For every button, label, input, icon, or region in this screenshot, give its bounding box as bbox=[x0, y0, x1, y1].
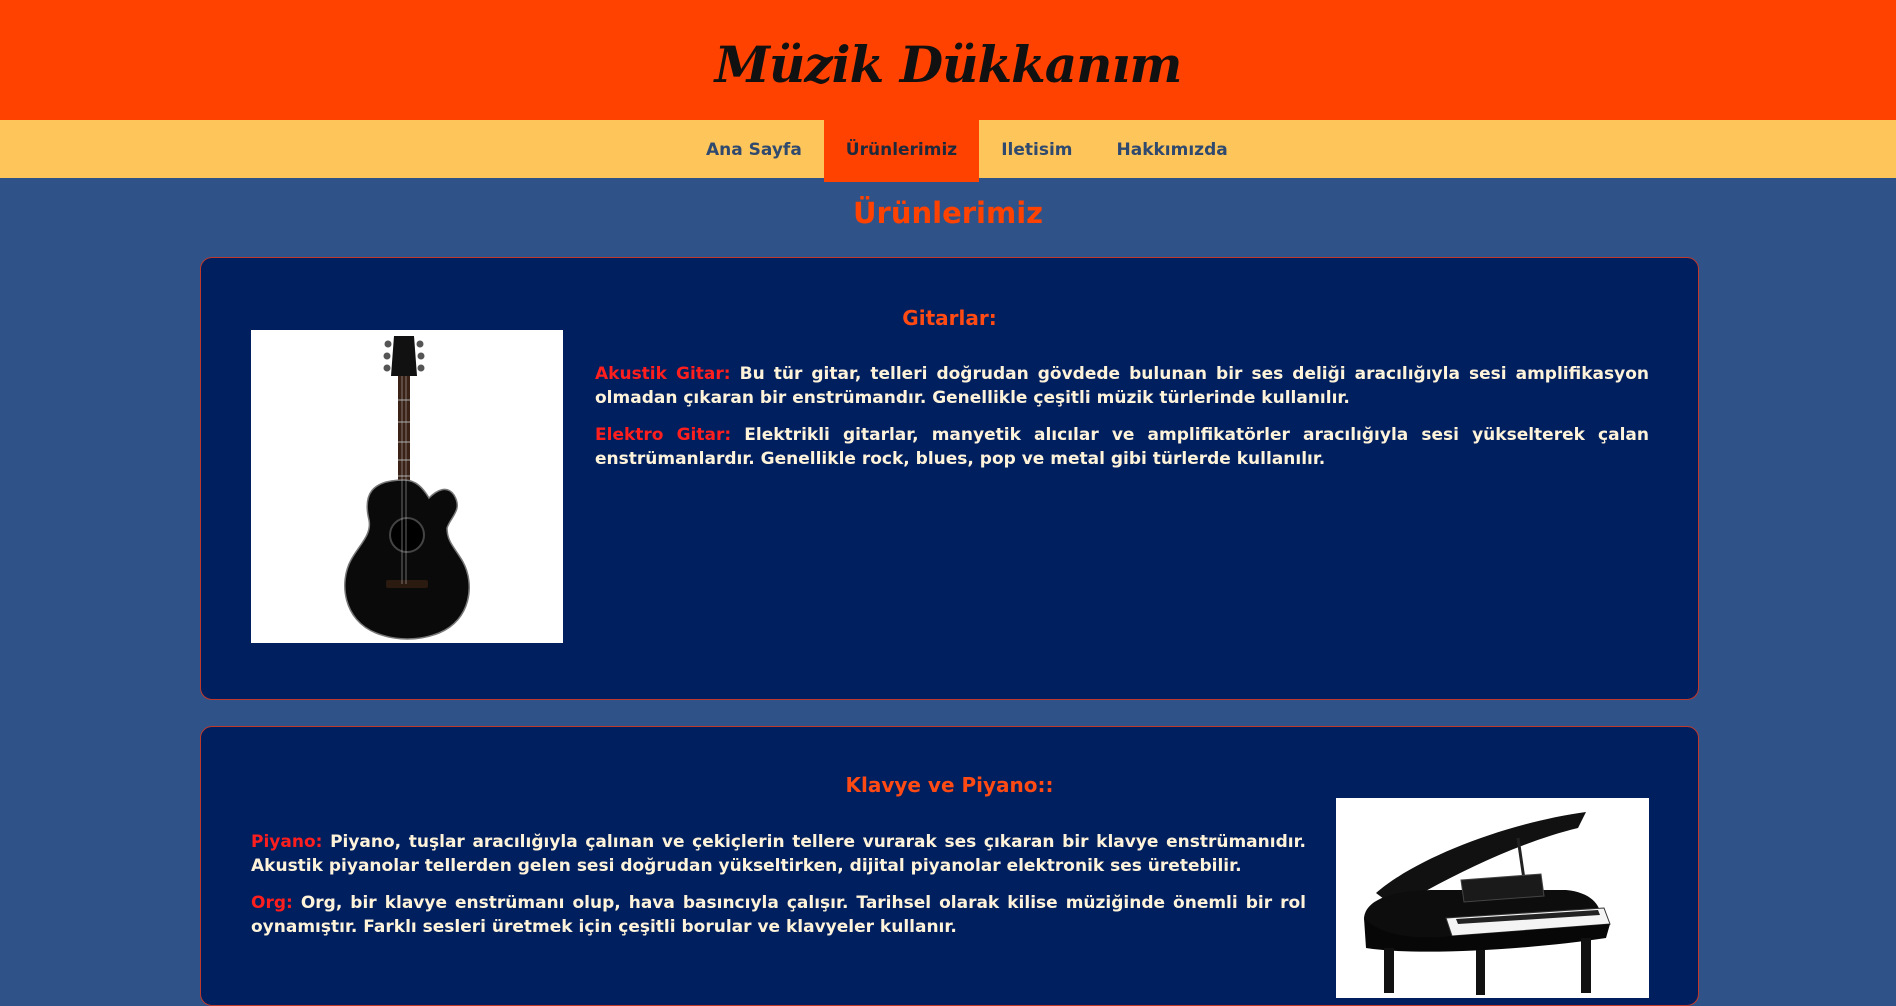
product-term: Elektro Gitar: bbox=[595, 425, 732, 445]
product-description: Elektro Gitar: Elektrikli gitarlar, many… bbox=[595, 423, 1649, 471]
product-card-gitarlar: Gitarlar: Akustik Gitar: Bu tür gitar, t… bbox=[200, 257, 1699, 700]
nav-item-ana-sayfa[interactable]: Ana Sayfa bbox=[684, 120, 824, 178]
section-text: Piyano: Piyano, tuşlar aracılığıyla çalı… bbox=[251, 830, 1306, 952]
product-term: Akustik Gitar: bbox=[595, 364, 731, 384]
acoustic-guitar-icon bbox=[251, 330, 563, 643]
main-nav: Ana Sayfa Ürünlerimiz Iletisim Hakkımızd… bbox=[0, 120, 1896, 182]
product-text: Bu tür gitar, telleri doğrudan gövdede b… bbox=[595, 364, 1649, 408]
nav-list: Ana Sayfa Ürünlerimiz Iletisim Hakkımızd… bbox=[684, 120, 1250, 182]
site-title: Müzik Dükkanım bbox=[714, 34, 1183, 94]
acoustic-guitar-image bbox=[251, 330, 563, 643]
section-heading: Gitarlar: bbox=[902, 306, 997, 330]
section-text: Akustik Gitar: Bu tür gitar, telleri doğ… bbox=[595, 362, 1649, 484]
section-heading: Klavye ve Piyano:: bbox=[845, 773, 1054, 797]
product-text: Piyano, tuşlar aracılığıyla çalınan ve ç… bbox=[251, 832, 1306, 876]
page-title: Ürünlerimiz bbox=[852, 196, 1044, 230]
grand-piano-image bbox=[1336, 798, 1649, 998]
nav-item-urunlerimiz[interactable]: Ürünlerimiz bbox=[823, 120, 980, 182]
product-description: Org: Org, bir klavye enstrümanı olup, ha… bbox=[251, 891, 1306, 939]
grand-piano-icon bbox=[1336, 798, 1649, 998]
product-term: Piyano: bbox=[251, 832, 323, 852]
product-text: Elektrikli gitarlar, manyetik alıcılar v… bbox=[595, 425, 1650, 469]
nav-item-iletisim[interactable]: Iletisim bbox=[979, 120, 1094, 178]
nav-item-hakkimizda[interactable]: Hakkımızda bbox=[1095, 120, 1250, 178]
site-header: Müzik Dükkanım bbox=[0, 0, 1896, 120]
product-term: Org: bbox=[251, 893, 293, 913]
product-description: Piyano: Piyano, tuşlar aracılığıyla çalı… bbox=[251, 830, 1306, 878]
product-card-klavye-piyano: Klavye ve Piyano:: Piyano: Piyano, tuşla… bbox=[200, 726, 1699, 1006]
product-text: Org, bir klavye enstrümanı olup, hava ba… bbox=[251, 893, 1307, 937]
product-description: Akustik Gitar: Bu tür gitar, telleri doğ… bbox=[595, 362, 1649, 410]
